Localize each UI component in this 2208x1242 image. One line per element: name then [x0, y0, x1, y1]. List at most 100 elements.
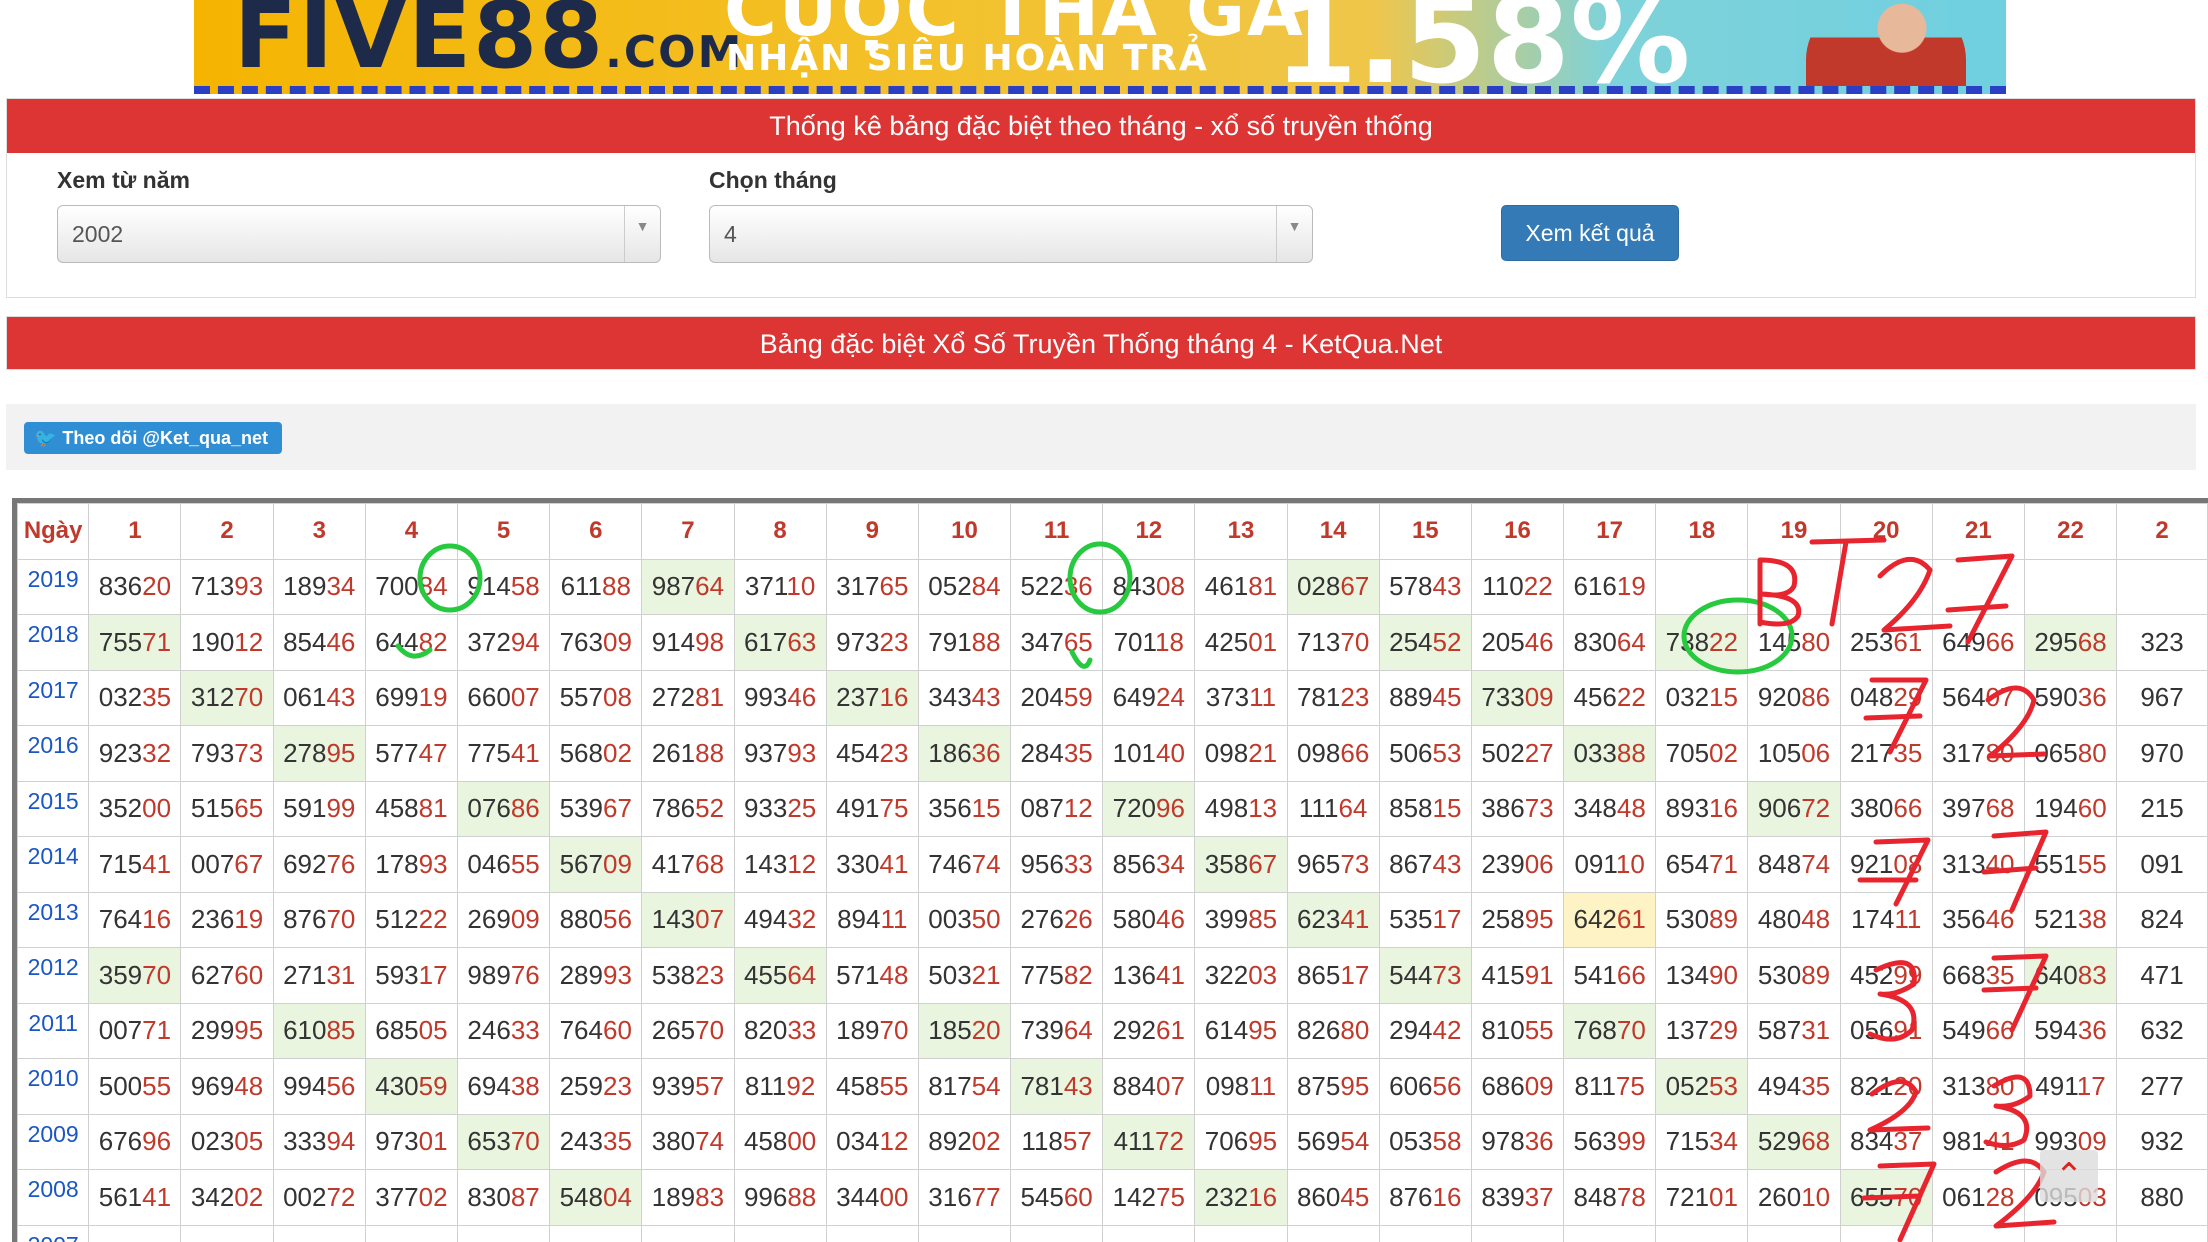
chevron-up-icon: ⌃	[2054, 1157, 2084, 1195]
row-year: 2007	[17, 1224, 90, 1242]
row-year: 2015	[17, 780, 90, 837]
result-cell: 33041	[825, 836, 919, 893]
result-cell: 00272	[272, 1169, 366, 1226]
result-cell: 70084	[364, 558, 459, 615]
month-select[interactable]: 4 ▼	[709, 205, 1313, 263]
result-cell: 00350	[917, 891, 1012, 948]
result-cell	[2116, 558, 2208, 615]
result-cell: 91458	[456, 558, 551, 615]
result-cell: 52968	[1747, 1113, 1841, 1170]
result-cell: 288	[2116, 1224, 2208, 1242]
result-cell: 67696	[88, 1113, 182, 1170]
result-cell: 05691	[1839, 1002, 1933, 1059]
result-cell: 31765	[825, 558, 919, 615]
result-cell: 57843	[1378, 558, 1472, 615]
result-cell: 64083	[2023, 947, 2118, 1004]
result-cell: 05284	[917, 558, 1012, 615]
result-cell: 85634	[1102, 836, 1196, 893]
table-row: 2015 35200 51565 59199 45881 07686 53967 78652 9…	[17, 780, 2208, 837]
banner-subheadline: NHẬN SIÊU HOÀN TRẢ	[726, 38, 1209, 79]
result-cell: 58731	[1747, 1002, 1841, 1059]
result-cell: 09811	[1194, 1058, 1288, 1115]
ad-banner[interactable]: FIVE88.COM CƯỢC THẢ GA NHẬN SIÊU HOÀN TR…	[194, 0, 2006, 94]
result-cell: 38066	[1839, 780, 1933, 837]
result-cell: 61763	[733, 614, 827, 671]
column-header-day: 15	[1378, 503, 1472, 560]
result-cell: 00474	[1655, 1224, 1749, 1242]
special-prize-grid: Ngày 1 2 3 4 5 6 7 8 9 10 11 12 13 14 15 16 17 18 19 20 21 22 2…	[12, 498, 2208, 1242]
row-year: 2010	[17, 1058, 90, 1115]
result-cell: 05253	[1655, 1058, 1749, 1115]
result-cell	[2023, 558, 2118, 615]
result-cell: 18636	[917, 725, 1012, 782]
result-cell: 56802	[549, 725, 643, 782]
banner-percent: 1.58%	[1274, 0, 1691, 94]
result-cell: 25361	[1839, 614, 1933, 671]
result-cell: 50227	[1470, 725, 1565, 782]
result-cell: 45299	[1839, 947, 1933, 1004]
column-header-day: 7	[641, 503, 735, 560]
result-cell: 70530	[1470, 1224, 1565, 1242]
result-cell: 76870	[1563, 1002, 1657, 1059]
result-cell: 25373	[2023, 1224, 2118, 1242]
row-year: 2013	[17, 891, 90, 948]
result-cell: 23716	[825, 669, 919, 726]
result-cell: 31270	[180, 669, 274, 726]
result-cell: 82120	[1839, 1058, 1933, 1115]
result-cell: 59036	[2023, 669, 2118, 726]
month-select-value: 4	[724, 221, 737, 247]
result-cell: 04829	[1839, 669, 1933, 726]
table-row: 2012 35970 62760 27131 59317 98976 28993 53823 4…	[17, 947, 2208, 1004]
result-cell: 22236	[1378, 1224, 1472, 1242]
result-cell: 61778	[364, 1224, 459, 1242]
result-cell: 55708	[549, 669, 643, 726]
twitter-follow-button[interactable]: 🐦 Theo dõi @Ket_qua_net	[24, 422, 282, 454]
result-cell: 89411	[825, 891, 919, 948]
result-cell: 21735	[1839, 725, 1933, 782]
year-select[interactable]: 2002 ▼	[57, 205, 661, 263]
result-cell: 61619	[1563, 558, 1657, 615]
result-cell: 88945	[1378, 669, 1472, 726]
result-cell: 41768	[641, 836, 735, 893]
column-header-day: 17	[1563, 503, 1657, 560]
result-cell: 06580	[2023, 725, 2118, 782]
result-cell: 52138	[2023, 891, 2118, 948]
result-cell: 25452	[1378, 614, 1472, 671]
column-header-day: 6	[549, 503, 643, 560]
column-header-day: 11	[1010, 503, 1104, 560]
result-cell	[1839, 558, 1933, 615]
result-cell: 09821	[1194, 725, 1288, 782]
result-cell: 71534	[1655, 1113, 1749, 1170]
result-cell: 37311	[1194, 669, 1288, 726]
view-results-button[interactable]: Xem kết quả	[1501, 205, 1679, 261]
twitter-icon: 🐦	[34, 428, 57, 448]
result-cell: 02305	[180, 1113, 274, 1170]
result-cell: 05329	[1839, 1224, 1933, 1242]
result-cell: 04655	[456, 836, 551, 893]
column-header-day: 21	[1931, 503, 2025, 560]
result-cell: 58880	[1286, 1224, 1380, 1242]
result-cell: 57148	[825, 947, 919, 1004]
table-row: 2018 75571 19012 85446 64482 37294 76309 91498 6…	[17, 614, 2208, 671]
column-header-day: 22	[2023, 503, 2118, 560]
result-cell: 87670	[272, 891, 366, 948]
result-cell: 23906	[1470, 836, 1565, 893]
result-cell: 38074	[641, 1113, 735, 1170]
result-cell: 62760	[180, 947, 274, 1004]
result-cell: 92332	[88, 725, 182, 782]
result-cell: 54166	[1563, 947, 1657, 1004]
result-cell: 71799	[180, 1224, 274, 1242]
result-cell: 50321	[917, 947, 1012, 1004]
result-cell: 91498	[641, 614, 735, 671]
result-cell: 89316	[1655, 780, 1749, 837]
scroll-to-top-button[interactable]: ⌃	[2040, 1150, 2098, 1202]
result-cell: 17893	[364, 836, 459, 893]
result-cell: 60656	[1378, 1058, 1472, 1115]
table-row: 2014 71541 00767 69276 17893 04655 56709 41768 1…	[17, 836, 2208, 893]
result-cell: 59199	[272, 780, 366, 837]
follow-bar: 🐦 Theo dõi @Ket_qua_net	[6, 404, 2196, 470]
result-cell: 90672	[1747, 780, 1841, 837]
result-cell: 06143	[272, 669, 366, 726]
result-cell: 93325	[733, 780, 827, 837]
row-year: 2016	[17, 725, 90, 782]
